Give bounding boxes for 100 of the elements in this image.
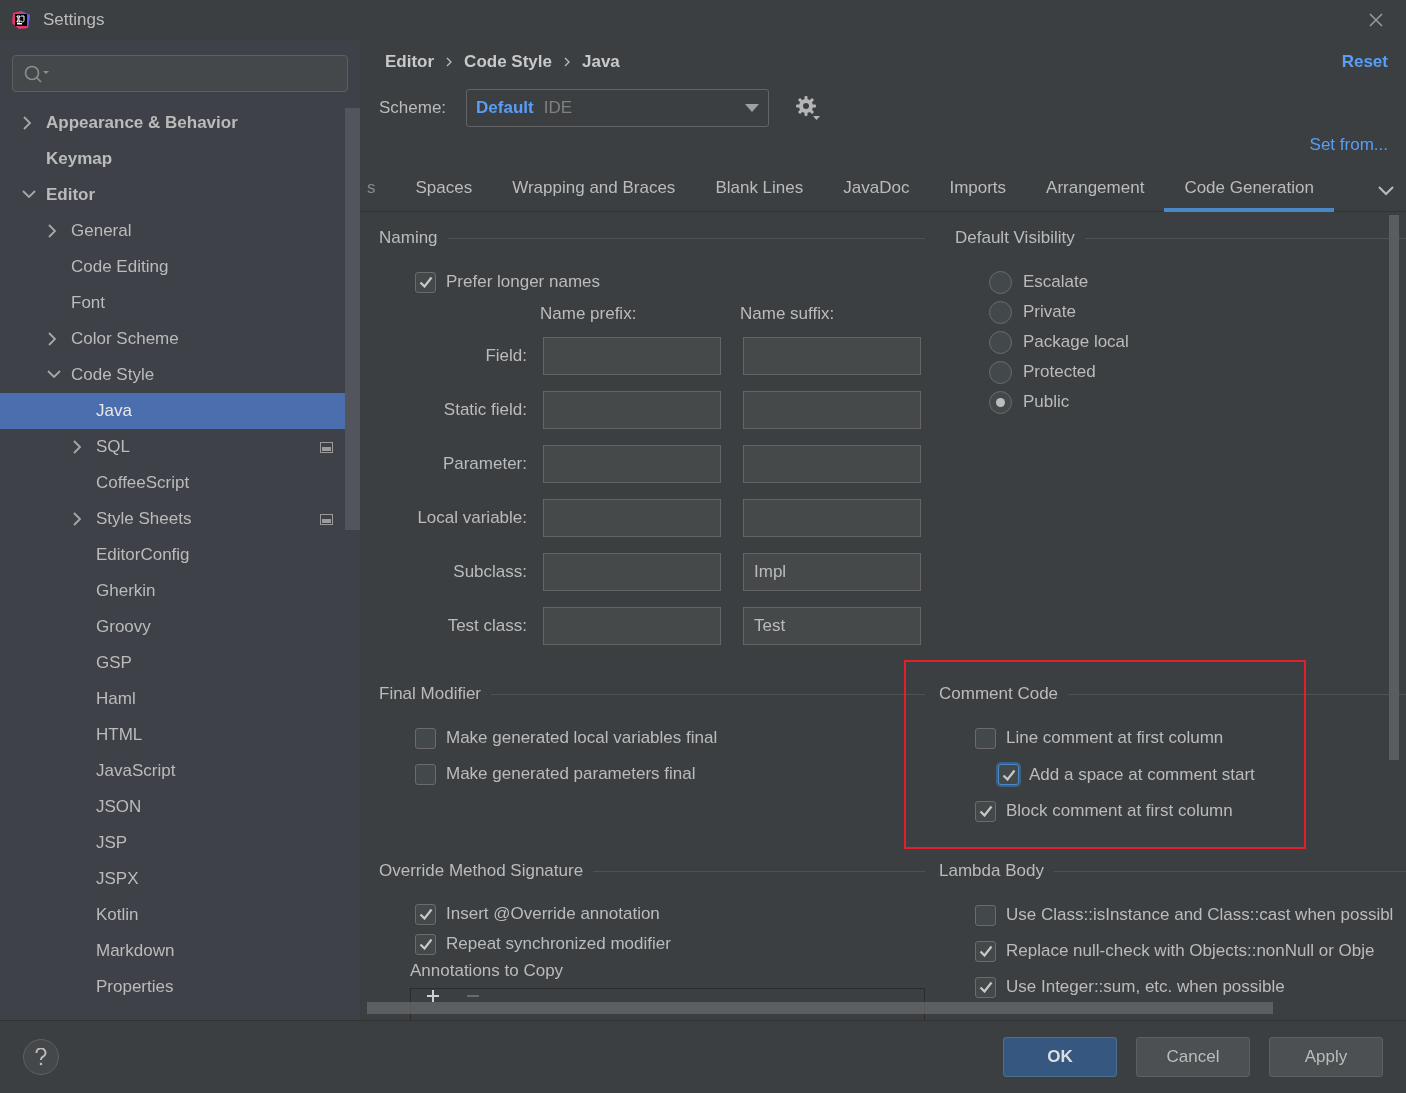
- checkbox[interactable]: [415, 271, 436, 293]
- checkbox-label[interactable]: Replace null-check with Objects::nonNull or Obje: [1006, 938, 1375, 964]
- radio-label[interactable]: Public: [1023, 389, 1070, 415]
- tree-item[interactable]: EditorConfig: [0, 537, 345, 573]
- checkbox-label[interactable]: Make generated local variables final: [446, 725, 718, 751]
- checkbox-label[interactable]: Prefer longer names: [446, 269, 601, 295]
- help-button[interactable]: [23, 1039, 59, 1075]
- radio-button[interactable]: [989, 300, 1012, 324]
- checkbox-label[interactable]: Add a space at comment start: [1029, 761, 1255, 788]
- radio-label[interactable]: Escalate: [1023, 269, 1089, 295]
- input-field[interactable]: [543, 391, 721, 429]
- chevron-right-icon[interactable]: [72, 512, 82, 526]
- tab[interactable]: Imports: [929, 170, 1027, 212]
- radio-label[interactable]: Package local: [1023, 329, 1129, 355]
- checkbox[interactable]: [975, 727, 996, 749]
- tree-item[interactable]: Properties: [0, 969, 345, 1005]
- input-field[interactable]: [743, 337, 921, 375]
- scheme-dropdown[interactable]: Default IDE: [466, 89, 770, 127]
- reset-link[interactable]: Reset: [1341, 49, 1388, 75]
- tree-item[interactable]: Code Editing: [0, 249, 345, 285]
- tab[interactable]: Blank Lines: [695, 170, 824, 212]
- set-from-link[interactable]: Set from...: [1309, 132, 1388, 158]
- checkbox-label[interactable]: Insert @Override annotation: [446, 901, 660, 927]
- tab[interactable]: JavaDoc: [823, 170, 930, 212]
- gear-icon[interactable]: [795, 95, 822, 121]
- tree-item[interactable]: General: [0, 213, 345, 249]
- dialog-button[interactable]: Cancel: [1136, 1037, 1250, 1077]
- input-field[interactable]: Test: [743, 607, 921, 645]
- checkbox[interactable]: [975, 800, 996, 822]
- checkbox[interactable]: [998, 764, 1019, 785]
- checkbox-label[interactable]: Repeat synchronized modifier: [446, 931, 671, 957]
- checkbox[interactable]: [975, 904, 996, 926]
- tree-item[interactable]: SQL: [0, 429, 345, 465]
- tab[interactable]: s: [360, 170, 396, 212]
- input-field[interactable]: Impl: [743, 553, 921, 591]
- breadcrumb-item[interactable]: Java: [581, 49, 620, 75]
- input-field[interactable]: [543, 337, 721, 375]
- tree-item[interactable]: Java: [0, 393, 345, 429]
- checkbox-label[interactable]: Block comment at first column: [1006, 798, 1233, 824]
- tree-item[interactable]: Keymap: [0, 141, 345, 177]
- checkbox-label[interactable]: Use Integer::sum, etc. when possible: [1006, 974, 1285, 1000]
- tree-item[interactable]: Font: [0, 285, 345, 321]
- tree-item[interactable]: Groovy: [0, 609, 345, 645]
- tree-item[interactable]: JSON: [0, 789, 345, 825]
- checkbox[interactable]: [415, 763, 436, 785]
- dialog-button[interactable]: Apply: [1269, 1037, 1383, 1077]
- tree-item[interactable]: Editor: [0, 177, 345, 213]
- checkbox-label[interactable]: Use Class::isInstance and Class::cast when possibl: [1006, 902, 1394, 928]
- chevron-right-icon[interactable]: [72, 440, 82, 454]
- tab[interactable]: Code Generation: [1164, 170, 1334, 212]
- tree-item[interactable]: Color Scheme: [0, 321, 345, 357]
- input-field[interactable]: [743, 391, 921, 429]
- tree-item[interactable]: Markdown: [0, 933, 345, 969]
- breadcrumb-item[interactable]: Code Style: [464, 49, 552, 75]
- input-field[interactable]: [743, 499, 921, 537]
- add-icon[interactable]: [427, 990, 439, 1002]
- checkbox[interactable]: [415, 903, 436, 925]
- scrollbar[interactable]: [1389, 215, 1399, 760]
- checkbox[interactable]: [415, 933, 436, 955]
- tab[interactable]: Wrapping and Braces: [492, 170, 696, 212]
- tree-item[interactable]: JSP: [0, 825, 345, 861]
- tree-item[interactable]: Code Style: [0, 357, 345, 393]
- radio-button[interactable]: [989, 270, 1012, 294]
- scrollbar[interactable]: [345, 108, 360, 530]
- checkbox[interactable]: [415, 727, 436, 749]
- input-field[interactable]: [743, 445, 921, 483]
- tree-item[interactable]: GSP: [0, 645, 345, 681]
- scrollbar[interactable]: [367, 1002, 1273, 1014]
- checkbox[interactable]: [975, 940, 996, 962]
- tree-item[interactable]: Haml: [0, 681, 345, 717]
- tree-item[interactable]: JSPX: [0, 861, 345, 897]
- input-field[interactable]: [543, 445, 721, 483]
- tree-item[interactable]: Gherkin: [0, 573, 345, 609]
- checkbox[interactable]: [975, 976, 996, 998]
- dialog-button[interactable]: OK: [1003, 1037, 1117, 1077]
- chevron-right-icon[interactable]: [47, 332, 57, 346]
- checkbox-label[interactable]: Make generated parameters final: [446, 761, 696, 787]
- radio-label[interactable]: Private: [1023, 299, 1076, 325]
- tab[interactable]: Arrangement: [1026, 170, 1165, 212]
- tab[interactable]: Spaces: [395, 170, 493, 212]
- tree-item[interactable]: CoffeeScript: [0, 465, 345, 501]
- chevron-right-icon[interactable]: [22, 116, 32, 130]
- search-field[interactable]: [12, 55, 348, 92]
- breadcrumb-item[interactable]: Editor: [385, 49, 435, 75]
- input-field[interactable]: [543, 499, 721, 537]
- radio-button[interactable]: [989, 390, 1012, 414]
- close-icon[interactable]: [1369, 13, 1383, 27]
- radio-label[interactable]: Protected: [1023, 359, 1096, 385]
- input-field[interactable]: [543, 607, 721, 645]
- tree-item[interactable]: Kotlin: [0, 897, 345, 933]
- chevron-down-icon[interactable]: [1378, 186, 1394, 196]
- radio-button[interactable]: [989, 330, 1012, 354]
- tree-item[interactable]: Style Sheets: [0, 501, 345, 537]
- tree-item[interactable]: HTML: [0, 717, 345, 753]
- radio-button[interactable]: [989, 360, 1012, 384]
- chevron-right-icon[interactable]: [47, 224, 57, 238]
- tree-item[interactable]: Appearance & Behavior: [0, 105, 345, 141]
- tree-item[interactable]: JavaScript: [0, 753, 345, 789]
- checkbox-label[interactable]: Line comment at first column: [1006, 725, 1224, 751]
- input-field[interactable]: [543, 553, 721, 591]
